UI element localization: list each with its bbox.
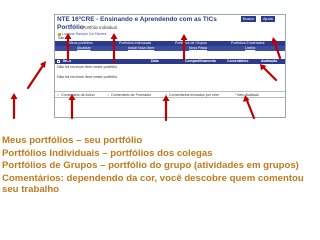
- slide-captions: Meus portfólios – seu portfólio Portfóli…: [2, 135, 318, 196]
- arrow-evaluated-item: [244, 96, 256, 120]
- caption-group-portfolios: Portfólios de Grupos – portfólio do grup…: [2, 160, 299, 171]
- arrow-head: [271, 37, 278, 44]
- annotation-arrows: [10, 33, 282, 122]
- arrow-head: [10, 93, 18, 99]
- caption-individual-portfolios: Portfólios Individuais – portfólios dos …: [2, 147, 213, 159]
- arrow-evaluation: [260, 64, 278, 82]
- arrow-head: [180, 34, 188, 40]
- arrow-head: [64, 33, 72, 39]
- caption-comments: Comentários: dependendo da cor, você des…: [2, 172, 304, 196]
- arrow-items: [26, 62, 46, 90]
- arrow-head: [243, 95, 250, 102]
- arrow-head: [162, 95, 170, 101]
- arrow-head: [110, 33, 118, 39]
- caption-my-portfolios: Meus portfólios – seu portfólio: [2, 135, 143, 146]
- arrow-head: [68, 94, 76, 100]
